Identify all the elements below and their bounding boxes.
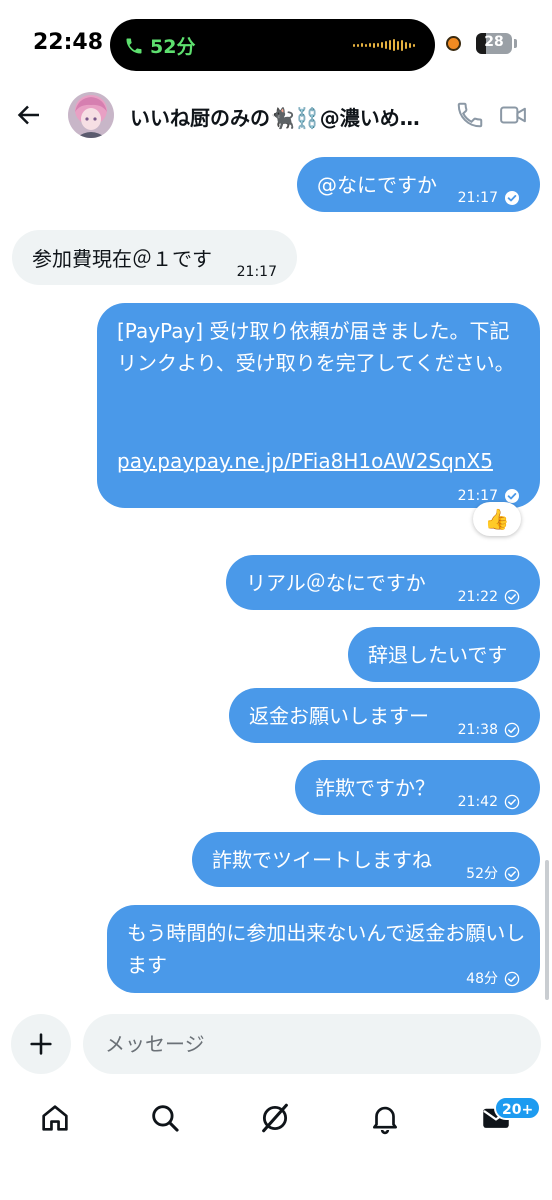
scrollbar[interactable] bbox=[545, 860, 549, 1000]
contact-name[interactable]: いいね厨のみの🐈‍⬛⛓️@濃いめ… bbox=[130, 102, 425, 131]
message-bubble-outgoing[interactable]: 返金お願いしますー 21:38 bbox=[229, 688, 540, 743]
sent-receipt-icon bbox=[504, 971, 520, 987]
notifications-icon[interactable] bbox=[368, 1101, 402, 1135]
message-time: 21:17 bbox=[236, 264, 277, 280]
search-icon[interactable] bbox=[148, 1101, 182, 1135]
message-time: 21:38 bbox=[457, 722, 498, 738]
message-bubble-incoming[interactable]: 参加費現在＠１です 21:17 bbox=[12, 230, 297, 285]
sent-receipt-icon bbox=[504, 866, 520, 882]
message-text: 返金お願いしますー bbox=[249, 704, 429, 728]
message-bubble-outgoing[interactable]: @なにですか 21:17 bbox=[297, 157, 540, 212]
status-time: 22:48 bbox=[33, 30, 104, 55]
sent-receipt-icon bbox=[504, 722, 520, 738]
message-text: @なにですか bbox=[317, 173, 437, 197]
message-bubble-outgoing[interactable]: [PayPay] 受け取り依頼が届きました。下記リンクより、受け取りを完了してく… bbox=[97, 303, 540, 508]
back-arrow-icon[interactable] bbox=[14, 100, 44, 130]
privacy-indicator-icon bbox=[446, 36, 461, 51]
phone-icon bbox=[126, 38, 142, 53]
battery-level: 28 bbox=[484, 34, 504, 50]
message-bubble-outgoing[interactable]: 詐欺でツイートしますね 52分 bbox=[192, 832, 540, 887]
conversation-header: いいね厨のみの🐈‍⬛⛓️@濃いめ… bbox=[0, 90, 552, 144]
message-time: 21:22 bbox=[457, 589, 498, 605]
message-time: 21:17 bbox=[457, 190, 498, 206]
message-time: 21:42 bbox=[457, 794, 498, 810]
messages-badge: 20+ bbox=[494, 1096, 542, 1120]
plus-icon bbox=[30, 1033, 52, 1055]
paypay-link[interactable]: pay.paypay.ne.jp/PFia8H1oAW2SqnX5 bbox=[117, 445, 493, 477]
video-call-icon[interactable] bbox=[498, 100, 528, 130]
voice-call-icon[interactable] bbox=[455, 100, 485, 130]
message-text: [PayPay] 受け取り依頼が届きました。下記リンクより、受け取りを完了してく… bbox=[117, 319, 515, 375]
message-text: 参加費現在＠１です bbox=[32, 247, 212, 271]
battery-icon: 28 bbox=[476, 33, 512, 54]
call-duration: 52分 bbox=[150, 36, 196, 58]
message-text: 辞退したいです bbox=[368, 643, 508, 667]
reaction-badge[interactable]: 👍 bbox=[473, 502, 521, 536]
sent-receipt-icon bbox=[504, 589, 520, 605]
home-icon[interactable] bbox=[38, 1101, 72, 1135]
active-call[interactable]: 52分 bbox=[124, 32, 195, 59]
message-bubble-outgoing[interactable]: リアル＠なにですか 21:22 bbox=[226, 555, 540, 610]
message-bubble-outgoing[interactable]: 辞退したいです bbox=[348, 627, 540, 682]
message-input[interactable] bbox=[83, 1014, 541, 1074]
message-bubble-outgoing[interactable]: もう時間的に参加出来ないんで返金お願いします 48分 bbox=[107, 905, 540, 993]
message-text: 詐欺でツイートしますね bbox=[212, 848, 432, 872]
audio-waveform-icon bbox=[353, 39, 415, 51]
avatar[interactable] bbox=[68, 92, 114, 138]
thumbs-up-icon: 👍 bbox=[484, 507, 510, 531]
message-text: 詐欺ですか？ bbox=[315, 776, 435, 800]
message-time: 52分 bbox=[466, 866, 498, 882]
add-attachment-button[interactable] bbox=[11, 1014, 71, 1074]
message-bubble-outgoing[interactable]: 詐欺ですか？ 21:42 bbox=[295, 760, 540, 815]
message-text: リアル＠なにですか bbox=[246, 571, 426, 595]
status-bar: 22:48 52分 28 bbox=[0, 0, 552, 90]
message-time: 48分 bbox=[466, 971, 498, 987]
sent-receipt-icon bbox=[504, 794, 520, 810]
grok-icon[interactable] bbox=[258, 1101, 292, 1135]
dynamic-island[interactable]: 52分 bbox=[110, 19, 435, 71]
read-receipt-icon bbox=[505, 191, 519, 205]
